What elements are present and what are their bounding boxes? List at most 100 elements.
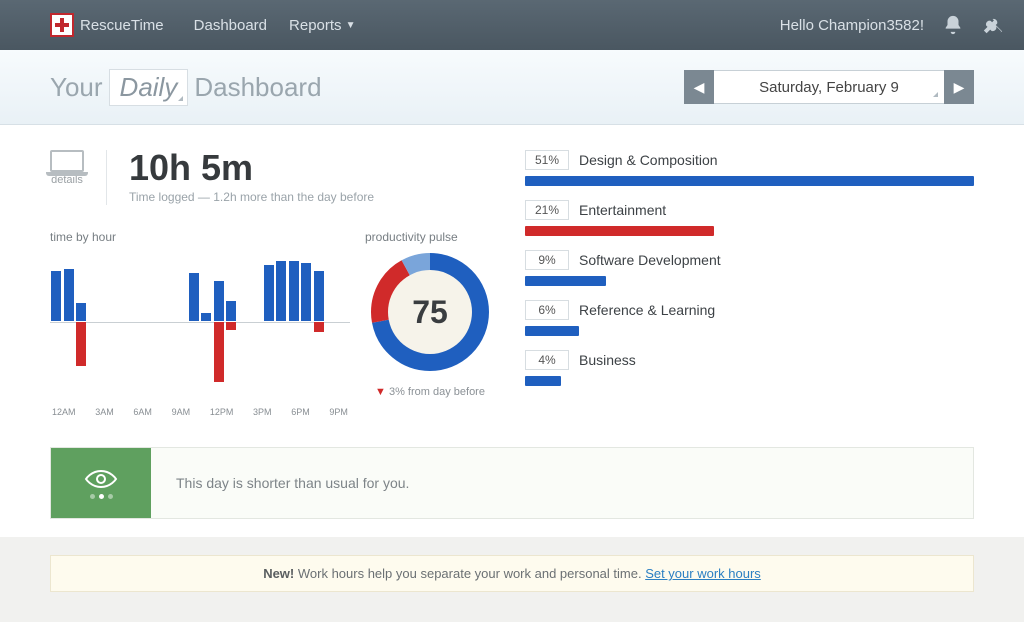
hour-bar[interactable] (64, 252, 74, 391)
bell-icon[interactable] (942, 14, 964, 36)
hour-bar[interactable] (76, 252, 86, 391)
hour-label: 9PM (329, 407, 348, 417)
top-navbar: RescueTime Dashboard Reports ▼ Hello Cha… (0, 0, 1024, 50)
pulse-delta-text: 3% from day before (389, 386, 485, 398)
hour-bar[interactable] (151, 252, 161, 391)
greeting-text[interactable]: Hello Champion3582! (780, 17, 924, 34)
hour-bar[interactable] (276, 252, 286, 391)
notice-text: Work hours help you separate your work a… (294, 566, 645, 581)
work-hours-notice: New! Work hours help you separate your w… (50, 555, 974, 592)
page-title: Your Daily Dashboard (50, 69, 322, 106)
period-selector[interactable]: Daily (109, 69, 189, 106)
hour-bar[interactable] (264, 252, 274, 391)
insight-icon-block[interactable] (51, 448, 151, 518)
hour-label: 6AM (133, 407, 152, 417)
hourly-chart-title: time by hour (50, 230, 350, 244)
pulse-donut[interactable]: 75 (370, 252, 490, 372)
hour-label: 3PM (253, 407, 272, 417)
hour-label: 12PM (210, 407, 234, 417)
page-subheader: Your Daily Dashboard ◀ Saturday, Februar… (0, 50, 1024, 125)
category-breakdown: 51% Design & Composition 21% Entertainme… (525, 150, 974, 417)
divider (106, 150, 107, 205)
hour-label: 6PM (291, 407, 310, 417)
title-pre: Your (50, 72, 103, 103)
laptop-icon (50, 150, 84, 172)
hour-bar[interactable] (326, 252, 336, 391)
category-name: Entertainment (579, 202, 666, 218)
title-post: Dashboard (194, 72, 321, 103)
category-row[interactable]: 4% Business (525, 350, 974, 386)
pulse-chart: productivity pulse 75 ▼ 3% from day befo… (365, 230, 495, 417)
date-display[interactable]: Saturday, February 9 (714, 70, 944, 104)
hour-bar[interactable] (214, 252, 224, 391)
footer-area: New! Work hours help you separate your w… (0, 537, 1024, 622)
date-prev-button[interactable]: ◀ (684, 70, 714, 104)
hour-bar[interactable] (301, 252, 311, 391)
category-row[interactable]: 9% Software Development (525, 250, 974, 286)
category-bar (525, 226, 714, 236)
eye-icon (84, 468, 118, 490)
category-name: Reference & Learning (579, 302, 715, 318)
notice-bold: New! (263, 566, 294, 581)
tools-icon[interactable] (982, 14, 1004, 36)
category-pct: 9% (525, 250, 569, 270)
brand-name: RescueTime (80, 17, 164, 34)
pulse-chart-title: productivity pulse (365, 230, 495, 244)
hour-bar[interactable] (226, 252, 236, 391)
hour-bar[interactable] (251, 252, 261, 391)
rescuetime-cross-icon (50, 13, 74, 37)
hour-bar[interactable] (101, 252, 111, 391)
hour-bar[interactable] (289, 252, 299, 391)
nav-reports[interactable]: Reports ▼ (289, 17, 355, 34)
category-name: Business (579, 352, 636, 368)
hour-bar[interactable] (126, 252, 136, 391)
hourly-chart: time by hour 12AM 3AM 6AM 9AM 12PM 3PM 6PM 9PM (50, 230, 350, 417)
category-bar (525, 326, 579, 336)
hour-bar[interactable] (139, 252, 149, 391)
category-bar (525, 376, 561, 386)
insight-banner: This day is shorter than usual for you. (50, 447, 974, 519)
brand-logo[interactable]: RescueTime (50, 13, 164, 37)
hour-bar[interactable] (176, 252, 186, 391)
carousel-dots[interactable] (90, 494, 113, 499)
hourly-chart-bars[interactable] (50, 252, 350, 392)
pulse-score: 75 (388, 270, 472, 354)
date-next-button[interactable]: ▶ (944, 70, 974, 104)
total-time: 10h 5m (129, 150, 374, 186)
hour-bar[interactable] (89, 252, 99, 391)
category-row[interactable]: 21% Entertainment (525, 200, 974, 236)
category-pct: 6% (525, 300, 569, 320)
hour-bar[interactable] (201, 252, 211, 391)
arrow-down-icon: ▼ (375, 386, 386, 398)
hour-bar[interactable] (189, 252, 199, 391)
category-row[interactable]: 6% Reference & Learning (525, 300, 974, 336)
category-pct: 51% (525, 150, 569, 170)
hour-bar[interactable] (164, 252, 174, 391)
category-pct: 21% (525, 200, 569, 220)
summary-row: details 10h 5m Time logged — 1.2h more t… (50, 150, 495, 205)
set-work-hours-link[interactable]: Set your work hours (645, 566, 761, 581)
hour-bar[interactable] (314, 252, 324, 391)
category-bar (525, 176, 974, 186)
category-pct: 4% (525, 350, 569, 370)
details-button[interactable]: details (50, 150, 84, 186)
category-name: Software Development (579, 252, 721, 268)
hour-label: 12AM (52, 407, 76, 417)
hour-bar[interactable] (114, 252, 124, 391)
nav-dashboard-label: Dashboard (194, 17, 267, 34)
total-time-subline: Time logged — 1.2h more than the day bef… (129, 190, 374, 204)
pulse-delta: ▼ 3% from day before (365, 386, 495, 398)
hour-label: 3AM (95, 407, 114, 417)
hour-bar[interactable] (51, 252, 61, 391)
chevron-down-icon: ▼ (346, 20, 356, 31)
hour-bar[interactable] (339, 252, 349, 391)
hour-label: 9AM (172, 407, 191, 417)
nav-dashboard[interactable]: Dashboard (194, 17, 267, 34)
category-row[interactable]: 51% Design & Composition (525, 150, 974, 186)
hour-bar[interactable] (239, 252, 249, 391)
main-content: details 10h 5m Time logged — 1.2h more t… (0, 125, 1024, 427)
category-name: Design & Composition (579, 152, 718, 168)
date-picker: ◀ Saturday, February 9 ▶ (684, 70, 974, 104)
insight-text: This day is shorter than usual for you. (151, 448, 973, 518)
category-bar (525, 276, 606, 286)
